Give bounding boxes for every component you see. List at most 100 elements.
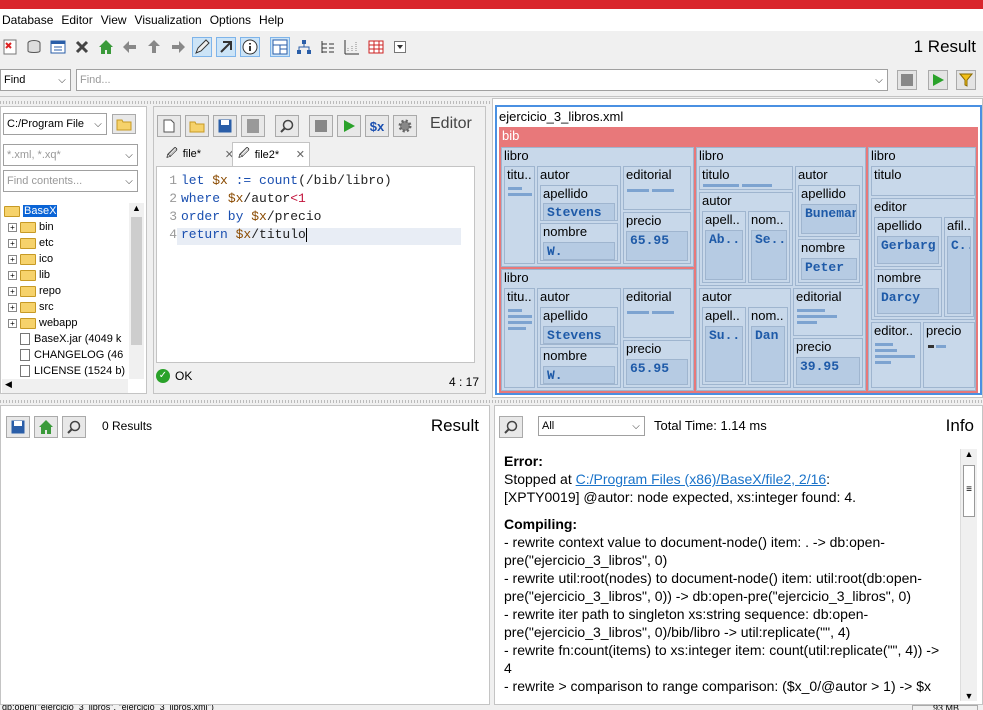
tree-file[interactable]: CHANGELOG (46 <box>2 347 128 363</box>
stop-icon[interactable] <box>309 115 333 137</box>
menu-item-database[interactable]: Database <box>0 13 59 27</box>
back-icon[interactable] <box>120 37 140 57</box>
tab-file2[interactable]: 🖉 file2* ✕ <box>232 142 310 166</box>
properties-icon[interactable] <box>48 37 68 57</box>
scroll-left-icon[interactable]: ◀ <box>2 379 12 389</box>
map-titulo[interactable]: titulo <box>699 166 793 190</box>
tree-folder[interactable]: + src <box>2 299 128 315</box>
close-icon[interactable] <box>72 37 92 57</box>
tree-file[interactable]: LICENSE (1524 b) <box>2 363 128 379</box>
map-nombre[interactable]: nom.. Dan <box>748 307 788 385</box>
tab-file[interactable]: 🖉 file* ✕ <box>161 144 234 164</box>
tree-folder[interactable]: + etc <box>2 235 128 251</box>
file-filter-input[interactable]: *.xml, *.xq* ⌵ <box>3 144 138 166</box>
map-autor[interactable]: autor apell.. Su.. nom.. Dan <box>699 288 791 388</box>
tree-hscrollbar[interactable]: ◀ <box>2 379 128 393</box>
memory-usage[interactable]: 93 MB <box>912 705 978 710</box>
tree-scrollbar[interactable]: ▲ <box>129 203 144 379</box>
map-apellido[interactable]: apellido Gerbarg <box>874 217 942 267</box>
up-icon[interactable] <box>144 37 164 57</box>
map-afiliacion[interactable]: afil.. C.. <box>944 217 974 317</box>
menu-item-options[interactable]: Options <box>208 13 257 27</box>
map-precio[interactable]: precio 65.95 <box>623 212 691 264</box>
table-icon[interactable] <box>366 37 386 57</box>
map-titulo[interactable]: titulo <box>871 166 975 196</box>
contents-search-input[interactable]: Find contents... ⌵ <box>3 170 138 192</box>
map-autor[interactable]: autor apellido Buneman nombre Peter <box>795 166 863 286</box>
map-editor[interactable]: editor apellido Gerbarg afil.. C.. nombre D… <box>871 198 975 320</box>
save-icon[interactable] <box>6 416 30 438</box>
map-nombre[interactable]: nombre Darcy <box>874 269 942 317</box>
scroll-down-icon[interactable]: ▼ <box>961 691 977 701</box>
menu-item-view[interactable]: View <box>99 13 133 27</box>
map-autor[interactable]: autor apellido Stevens nombre W. <box>537 288 621 388</box>
map-apellido[interactable]: apell.. Ab.. <box>702 211 746 283</box>
expand-icon[interactable]: + <box>8 286 17 296</box>
map-titulo[interactable]: titu.. <box>504 288 535 388</box>
info-scrollbar[interactable]: ▲ ≡ ▼ <box>960 449 977 701</box>
error-link[interactable]: C:/Program Files (x86)/BaseX/file2, 2/16 <box>576 471 827 487</box>
edit-icon[interactable] <box>192 37 212 57</box>
map-libro[interactable]: libro titulo autor apellido Buneman nombr… <box>696 147 866 391</box>
map-view[interactable]: ejercicio_3_libros.xml bib libro titu.. … <box>495 105 982 395</box>
expand-icon[interactable]: + <box>8 302 17 312</box>
plot-icon[interactable] <box>342 37 362 57</box>
tree-folder[interactable]: + lib <box>2 267 128 283</box>
map-precio[interactable]: precio 39.95 <box>793 338 863 388</box>
tree-icon[interactable] <box>294 37 314 57</box>
home-icon[interactable] <box>96 37 116 57</box>
scroll-up-icon[interactable]: ▲ <box>961 449 977 465</box>
forward-icon[interactable] <box>168 37 188 57</box>
map-precio[interactable]: precio <box>923 322 975 388</box>
map-nombre[interactable]: nombre W. <box>540 223 618 261</box>
expand-icon[interactable]: + <box>8 238 17 248</box>
new-file-icon[interactable] <box>157 115 181 137</box>
new-db-icon[interactable] <box>0 37 20 57</box>
tree-folder[interactable]: + webapp <box>2 315 128 331</box>
close-icon[interactable]: ✕ <box>296 148 305 161</box>
menu-icon[interactable] <box>390 37 410 57</box>
map-apellido[interactable]: apellido Stevens <box>540 185 618 221</box>
folder-view-icon[interactable] <box>318 37 338 57</box>
map-libro[interactable]: libro titu.. autor apellido Stevens nombr… <box>501 269 694 391</box>
expand-icon[interactable]: + <box>8 254 17 264</box>
run-button[interactable] <box>928 70 948 90</box>
tree-folder[interactable]: + repo <box>2 283 128 299</box>
menu-item-visualization[interactable]: Visualization <box>133 13 208 27</box>
variables-icon[interactable]: $x <box>365 115 389 137</box>
map-editorial[interactable]: editorial <box>623 166 691 210</box>
map-apellido[interactable]: apellido Stevens <box>540 307 618 345</box>
info-icon[interactable] <box>240 37 260 57</box>
map-icon[interactable] <box>270 37 290 57</box>
info-filter-select[interactable]: All ⌵ <box>538 416 645 436</box>
stop-button[interactable] <box>897 70 917 90</box>
path-select[interactable]: C:/Program File ⌵ <box>3 113 107 135</box>
map-root-bib[interactable]: bib <box>499 127 978 145</box>
map-libro[interactable]: libro titulo editor apellido Gerbarg afil… <box>868 147 976 391</box>
map-apellido[interactable]: apellido Buneman <box>798 185 860 237</box>
find-input[interactable]: Find... ⌵ <box>76 69 888 91</box>
open-db-icon[interactable] <box>24 37 44 57</box>
map-precio[interactable]: precio 65.95 <box>623 340 691 388</box>
search-icon[interactable] <box>62 416 86 438</box>
filter-funnel-icon[interactable] <box>956 70 976 90</box>
map-editorial[interactable]: editorial <box>793 288 863 336</box>
browse-folder-button[interactable] <box>112 114 136 134</box>
expand-icon[interactable]: + <box>8 222 17 232</box>
menu-item-editor[interactable]: Editor <box>59 13 98 27</box>
map-nombre[interactable]: nom.. Se.. <box>748 211 790 283</box>
map-autor[interactable]: autor apell.. Ab.. nom.. Se.. <box>699 192 793 286</box>
scroll-thumb[interactable]: ≡ <box>963 465 975 517</box>
tree-folder[interactable]: BaseX <box>2 203 128 219</box>
map-editorial[interactable]: editorial <box>623 288 691 338</box>
find-mode-select[interactable]: Find ⌵ <box>0 69 71 91</box>
home-icon[interactable] <box>34 416 58 438</box>
save-icon[interactable] <box>213 115 237 137</box>
search-icon[interactable] <box>275 115 299 137</box>
code-editor[interactable]: 1234 let $x := count(/bib/libro) where $x… <box>156 166 475 363</box>
close-file-icon[interactable] <box>241 115 265 137</box>
settings-gear-icon[interactable] <box>393 115 417 137</box>
filter-icon[interactable] <box>216 37 236 57</box>
open-file-icon[interactable] <box>185 115 209 137</box>
map-editorial[interactable]: editor.. <box>871 322 921 388</box>
